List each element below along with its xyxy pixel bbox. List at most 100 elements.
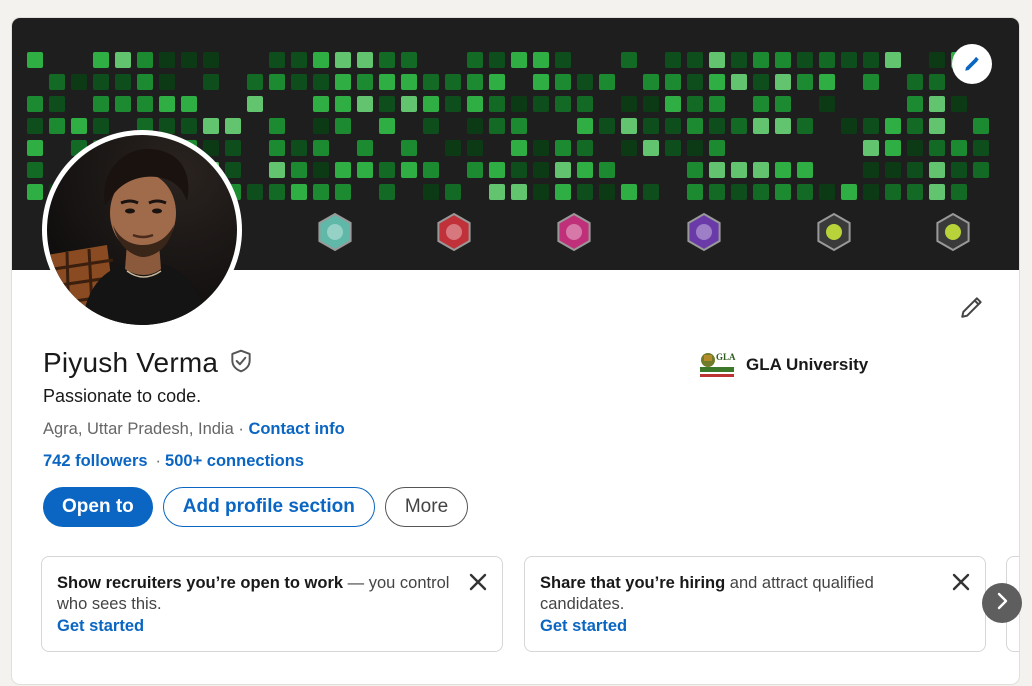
contribution-cell bbox=[137, 96, 153, 112]
more-button[interactable]: More bbox=[384, 487, 469, 527]
contribution-cell bbox=[313, 184, 329, 200]
contribution-cell bbox=[247, 74, 263, 90]
contribution-cell bbox=[929, 184, 945, 200]
carousel-next-button[interactable] bbox=[982, 583, 1022, 623]
contribution-cell bbox=[929, 162, 945, 178]
profile-photo-frame[interactable] bbox=[42, 130, 242, 330]
contribution-cell bbox=[709, 184, 725, 200]
contribution-cell bbox=[863, 184, 879, 200]
get-started-link[interactable]: Get started bbox=[57, 616, 462, 637]
contribution-cell bbox=[973, 162, 989, 178]
contribution-cell bbox=[379, 162, 395, 178]
contact-info-link[interactable]: Contact info bbox=[248, 420, 344, 438]
contribution-cell bbox=[181, 118, 197, 134]
close-icon[interactable] bbox=[950, 571, 972, 593]
contribution-cell bbox=[643, 74, 659, 90]
contribution-cell bbox=[71, 74, 87, 90]
contribution-cell bbox=[731, 74, 747, 90]
contribution-cell bbox=[687, 96, 703, 112]
contribution-cell bbox=[555, 184, 571, 200]
chevron-right-icon bbox=[994, 591, 1010, 616]
contribution-cell bbox=[709, 140, 725, 156]
contribution-cell bbox=[489, 96, 505, 112]
network-row: 742 followers · 500+ connections bbox=[43, 452, 304, 471]
education-link[interactable]: GLA GLA University bbox=[698, 349, 868, 381]
contribution-cell bbox=[951, 96, 967, 112]
contribution-cell bbox=[269, 140, 285, 156]
contribution-cell bbox=[775, 74, 791, 90]
contribution-cell bbox=[533, 96, 549, 112]
followers-link[interactable]: 742 followers bbox=[43, 452, 148, 470]
contribution-cell bbox=[687, 184, 703, 200]
location-text: Agra, Uttar Pradesh, India bbox=[43, 420, 234, 438]
contribution-cell bbox=[489, 74, 505, 90]
contribution-cell bbox=[335, 74, 351, 90]
edit-intro-button[interactable] bbox=[956, 293, 988, 325]
contribution-cell bbox=[489, 118, 505, 134]
connections-link[interactable]: 500+ connections bbox=[165, 452, 304, 470]
contribution-cell bbox=[203, 52, 219, 68]
contribution-cell bbox=[533, 74, 549, 90]
contribution-cell bbox=[335, 52, 351, 68]
contribution-cell bbox=[445, 184, 461, 200]
contribution-cell bbox=[885, 118, 901, 134]
contribution-cell bbox=[137, 74, 153, 90]
contribution-cell bbox=[599, 184, 615, 200]
contribution-cell bbox=[863, 162, 879, 178]
contribution-cell bbox=[775, 184, 791, 200]
contribution-cell bbox=[577, 118, 593, 134]
pencil-icon bbox=[963, 55, 981, 73]
close-icon[interactable] bbox=[467, 571, 489, 593]
contribution-cell bbox=[885, 184, 901, 200]
contribution-cell bbox=[819, 74, 835, 90]
contribution-cell bbox=[401, 162, 417, 178]
edit-banner-button[interactable] bbox=[952, 44, 992, 84]
contribution-cell bbox=[489, 162, 505, 178]
contribution-cell bbox=[313, 96, 329, 112]
contribution-cell bbox=[687, 162, 703, 178]
contribution-cell bbox=[577, 162, 593, 178]
contribution-cell bbox=[731, 118, 747, 134]
contribution-cell bbox=[665, 52, 681, 68]
contribution-cell bbox=[291, 140, 307, 156]
add-profile-section-button[interactable]: Add profile section bbox=[162, 487, 375, 527]
contribution-cell bbox=[621, 184, 637, 200]
contribution-cell bbox=[445, 96, 461, 112]
contribution-cell bbox=[225, 140, 241, 156]
contribution-cell bbox=[907, 96, 923, 112]
contribution-cell bbox=[555, 162, 571, 178]
contribution-cell bbox=[401, 74, 417, 90]
contribution-cell bbox=[753, 52, 769, 68]
contribution-cell bbox=[907, 118, 923, 134]
contribution-cell bbox=[357, 52, 373, 68]
open-to-work-promo: Show recruiters you’re open to work — yo… bbox=[41, 556, 503, 652]
contribution-cell bbox=[401, 96, 417, 112]
contribution-cell bbox=[115, 52, 131, 68]
school-logo: GLA bbox=[698, 349, 736, 381]
contribution-cell bbox=[27, 52, 43, 68]
contribution-cell bbox=[159, 96, 175, 112]
open-to-button[interactable]: Open to bbox=[43, 487, 153, 527]
contribution-cell bbox=[577, 74, 593, 90]
contribution-cell bbox=[357, 74, 373, 90]
contribution-cell bbox=[929, 74, 945, 90]
contribution-cell bbox=[423, 118, 439, 134]
contribution-cell bbox=[291, 74, 307, 90]
contribution-cell bbox=[511, 162, 527, 178]
promo-highlight: Show recruiters you’re open to work bbox=[57, 574, 344, 592]
contribution-cell bbox=[687, 52, 703, 68]
contribution-cell bbox=[863, 118, 879, 134]
contribution-cell bbox=[797, 184, 813, 200]
contribution-cell bbox=[511, 118, 527, 134]
contribution-cell bbox=[225, 162, 241, 178]
contribution-cell bbox=[731, 162, 747, 178]
avatar[interactable] bbox=[47, 135, 237, 325]
shield-check-icon[interactable] bbox=[228, 348, 254, 379]
contribution-cell bbox=[379, 52, 395, 68]
contribution-cell bbox=[731, 184, 747, 200]
contribution-cell bbox=[709, 74, 725, 90]
contribution-cell bbox=[621, 52, 637, 68]
get-started-link[interactable]: Get started bbox=[540, 616, 945, 637]
contribution-cell bbox=[27, 96, 43, 112]
contribution-cell bbox=[335, 184, 351, 200]
